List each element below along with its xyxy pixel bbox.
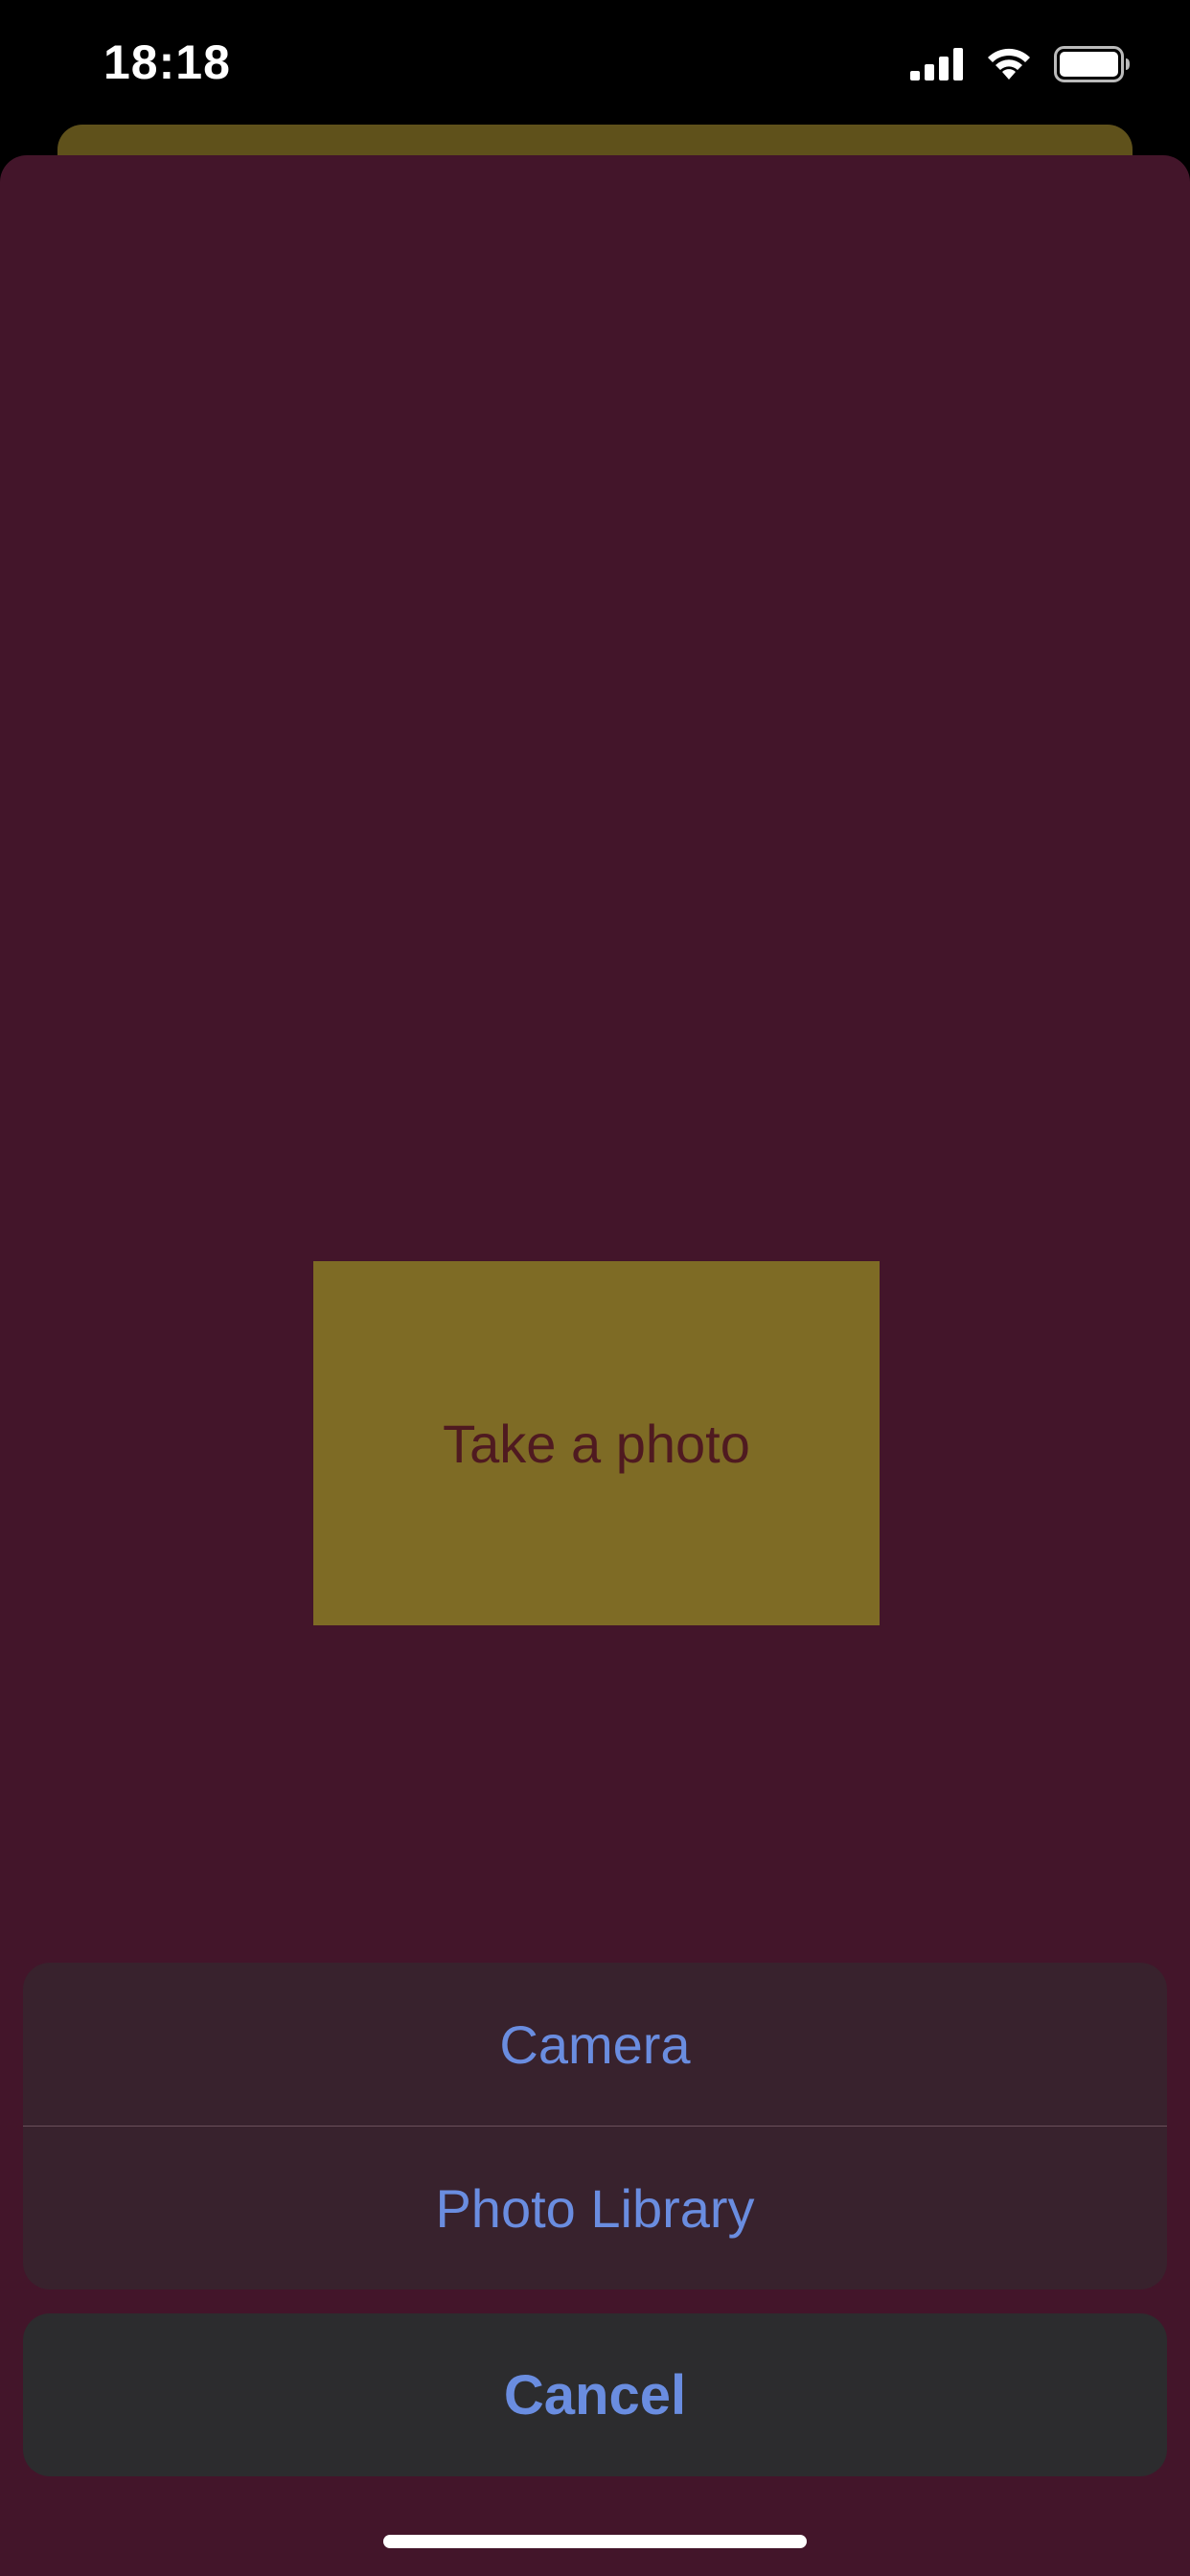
action-sheet-options: Camera Photo Library	[23, 1963, 1167, 2289]
cancel-button[interactable]: Cancel	[23, 2313, 1167, 2476]
wifi-icon	[985, 47, 1033, 86]
cellular-signal-icon	[910, 48, 964, 85]
action-photo-library[interactable]: Photo Library	[23, 2127, 1167, 2289]
take-photo-button[interactable]: Take a photo	[313, 1261, 880, 1625]
screen: 18:18 Take a photo Camera Photo Library …	[0, 0, 1190, 2576]
battery-icon	[1054, 46, 1131, 87]
status-bar: 18:18	[0, 0, 1190, 125]
home-indicator[interactable]	[383, 2535, 807, 2548]
action-camera[interactable]: Camera	[23, 1963, 1167, 2126]
status-icons	[910, 46, 1131, 87]
status-time: 18:18	[103, 35, 231, 89]
